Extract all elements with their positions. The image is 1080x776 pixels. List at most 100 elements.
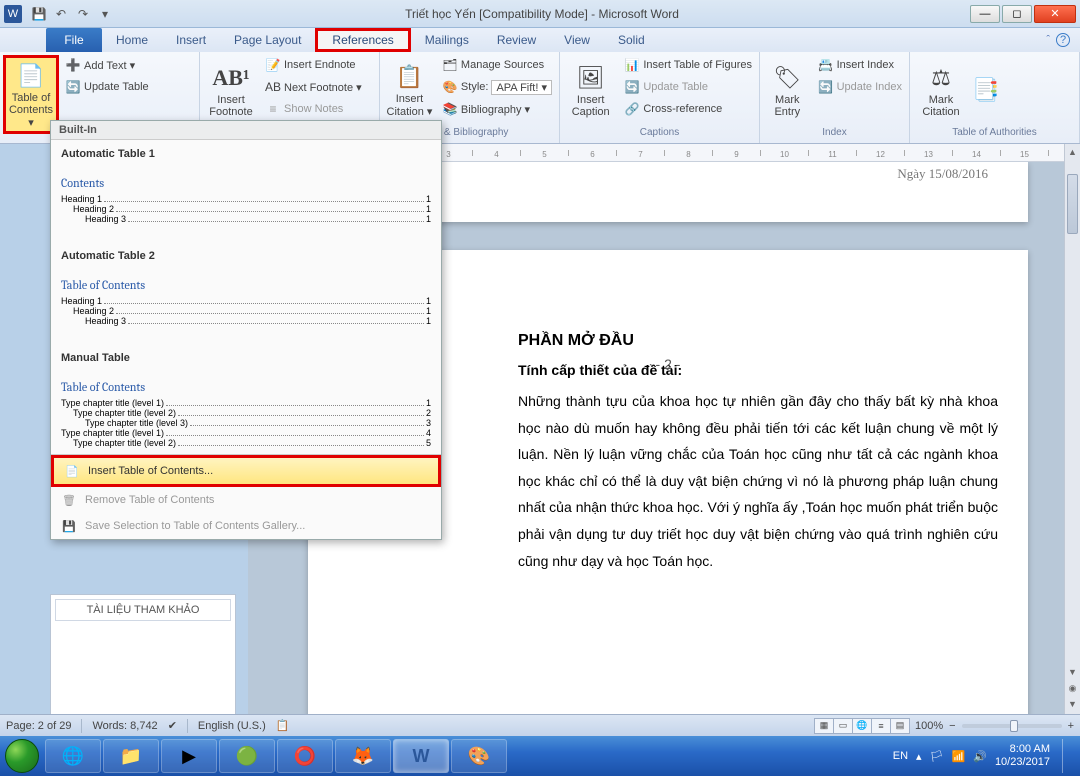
show-desktop-button[interactable] xyxy=(1062,739,1074,773)
zoom-level[interactable]: 100% xyxy=(915,720,943,732)
update-table-button[interactable]: 🔄Update Table xyxy=(61,77,153,97)
tab-insert[interactable]: Insert xyxy=(162,28,220,52)
outline-view-icon[interactable]: ≡ xyxy=(871,718,891,734)
tab-view[interactable]: View xyxy=(550,28,604,52)
zoom-slider[interactable] xyxy=(962,724,1062,728)
insert-endnote-button[interactable]: 📝Insert Endnote xyxy=(261,55,366,75)
citation-style-dropdown[interactable]: 🎨Style: APA Fift! ▾ xyxy=(438,77,556,97)
prev-page-icon[interactable]: ◉ xyxy=(1065,680,1080,696)
tray-flag-icon[interactable]: 🏳 xyxy=(930,750,944,763)
nav-item[interactable]: TÀI LIỆU THAM KHẢO xyxy=(55,599,231,621)
tray-time: 8:00 AM xyxy=(995,743,1050,756)
help-icon[interactable]: ? xyxy=(1056,33,1070,47)
scroll-thumb[interactable] xyxy=(1067,174,1078,234)
manage-sources-button[interactable]: 🗂Manage Sources xyxy=(438,55,556,75)
web-layout-view-icon[interactable]: 🌐 xyxy=(852,718,872,734)
tab-solid[interactable]: Solid xyxy=(604,28,659,52)
zoom-in-icon[interactable]: + xyxy=(1068,720,1074,732)
save-icon[interactable]: 💾 xyxy=(30,5,48,23)
page-number: - 2 - xyxy=(656,356,681,372)
add-text-button[interactable]: ➕Add Text ▾ xyxy=(61,55,153,75)
start-button[interactable] xyxy=(0,736,44,776)
scroll-up-icon[interactable]: ▲ xyxy=(1065,144,1080,160)
mark-entry-button[interactable]: 🏷 Mark Entry xyxy=(763,55,812,124)
taskbar-coccoc[interactable]: 🟢 xyxy=(219,739,275,773)
mark-citation-button[interactable]: ⚖ Mark Citation xyxy=(913,55,969,124)
taskbar-paint[interactable]: 🎨 xyxy=(451,739,507,773)
windows-taskbar: 🌐 📁 ▶ 🟢 ⭕ 🦊 W 🎨 EN ▴ 🏳 📶 🔊 8:00 AM 10/23… xyxy=(0,736,1080,776)
taskbar-chrome[interactable]: ⭕ xyxy=(277,739,333,773)
undo-icon[interactable]: ↶ xyxy=(52,5,70,23)
bibliography-button[interactable]: 📚Bibliography ▾ xyxy=(438,99,556,119)
insert-citation-button[interactable]: 📋 Insert Citation ▾ xyxy=(383,55,436,124)
save-toc-selection-menuitem[interactable]: 💾 Save Selection to Table of Contents Ga… xyxy=(51,513,441,539)
status-page[interactable]: Page: 2 of 29 xyxy=(6,720,71,732)
insert-caption-button[interactable]: 🖼 Insert Caption xyxy=(563,55,618,124)
update-index-button[interactable]: 🔄Update Index xyxy=(814,77,906,97)
mark-citation-icon: ⚖ xyxy=(925,62,957,94)
tray-clock[interactable]: 8:00 AM 10/23/2017 xyxy=(995,743,1050,769)
tray-volume-icon[interactable]: 🔊 xyxy=(973,750,987,763)
insert-toc-menuitem[interactable]: 📄 Insert Table of Contents... xyxy=(51,455,441,487)
remove-toc-menuitem[interactable]: 🗑 Remove Table of Contents xyxy=(51,487,441,513)
maximize-button[interactable]: ◻ xyxy=(1002,5,1032,23)
navigation-pane[interactable]: TÀI LIỆU THAM KHẢO xyxy=(50,594,236,724)
insert-footnote-button[interactable]: AB¹ Insert Footnote xyxy=(203,55,259,124)
toc-heading: Table of Contents xyxy=(61,380,431,394)
status-language[interactable]: English (U.S.) xyxy=(198,720,266,732)
cross-reference-button[interactable]: 🔗Cross-reference xyxy=(620,99,756,119)
next-page-icon[interactable]: ▼ xyxy=(1065,696,1080,712)
taskbar-word[interactable]: W xyxy=(393,739,449,773)
status-words[interactable]: Words: 8,742 xyxy=(92,720,157,732)
file-tab[interactable]: File xyxy=(46,28,102,52)
toc-save-icon: 💾 xyxy=(61,518,77,534)
tray-date: 10/23/2017 xyxy=(995,756,1050,769)
zoom-out-icon[interactable]: − xyxy=(949,720,955,732)
taskbar-explorer[interactable]: 📁 xyxy=(103,739,159,773)
tab-mailings[interactable]: Mailings xyxy=(411,28,483,52)
tray-expand-icon[interactable]: ▴ xyxy=(916,750,922,763)
close-button[interactable]: ✕ xyxy=(1034,5,1076,23)
draft-view-icon[interactable]: ▤ xyxy=(890,718,910,734)
redo-icon[interactable]: ↷ xyxy=(74,5,92,23)
tray-network-icon[interactable]: 📶 xyxy=(952,750,966,763)
insert-toc-label: Insert Table of Contents... xyxy=(88,465,213,477)
status-bar: Page: 2 of 29 Words: 8,742 ✔ English (U.… xyxy=(0,714,1080,736)
insert-index-button[interactable]: 📇Insert Index xyxy=(814,55,906,75)
tray-lang[interactable]: EN xyxy=(893,750,908,762)
minimize-button[interactable]: — xyxy=(970,5,1000,23)
update-captions-button[interactable]: 🔄Update Table xyxy=(620,77,756,97)
system-tray: EN ▴ 🏳 📶 🔊 8:00 AM 10/23/2017 xyxy=(893,739,1080,773)
qat-dropdown-icon[interactable]: ▾ xyxy=(96,5,114,23)
proofing-icon[interactable]: ✔ xyxy=(168,719,177,732)
minimize-ribbon-icon[interactable]: ˆ xyxy=(1046,34,1050,46)
vertical-scrollbar[interactable]: ▲ ▼ ◉ ▼ xyxy=(1064,144,1080,720)
toc-heading: Contents xyxy=(61,176,431,190)
track-changes-icon[interactable]: 📋 xyxy=(276,719,290,732)
insert-table-figures-button[interactable]: 📊Insert Table of Figures xyxy=(620,55,756,75)
show-notes-button[interactable]: ≡Show Notes xyxy=(261,99,366,119)
next-footnote-button[interactable]: ABNext Footnote ▾ xyxy=(261,77,366,97)
fullscreen-view-icon[interactable]: ▭ xyxy=(833,718,853,734)
toc-template-title: Manual Table xyxy=(61,352,431,364)
tab-review[interactable]: Review xyxy=(483,28,550,52)
toc-heading: Table of Contents xyxy=(61,278,431,292)
windows-logo-icon xyxy=(5,739,39,773)
scroll-down-icon[interactable]: ▼ xyxy=(1065,664,1080,680)
taskbar-ie[interactable]: 🌐 xyxy=(45,739,101,773)
body-paragraph: Những thành tựu của khoa học tự nhiên gầ… xyxy=(518,388,998,574)
caption-label: Insert Caption xyxy=(565,94,616,118)
tab-home[interactable]: Home xyxy=(102,28,162,52)
toc-template-manual[interactable]: Manual Table Table of Contents Type chap… xyxy=(51,344,441,454)
tab-page-layout[interactable]: Page Layout xyxy=(220,28,315,52)
taskbar-firefox[interactable]: 🦊 xyxy=(335,739,391,773)
tab-references[interactable]: References xyxy=(315,28,410,52)
print-layout-view-icon[interactable]: ▦ xyxy=(814,718,834,734)
toc-template-auto1[interactable]: Automatic Table 1 Contents Heading 11 He… xyxy=(51,140,441,242)
remove-toc-label: Remove Table of Contents xyxy=(85,494,214,506)
zoom-knob[interactable] xyxy=(1010,720,1018,732)
authorities-extra-button[interactable]: 📑 xyxy=(971,55,1001,124)
taskbar-media[interactable]: ▶ xyxy=(161,739,217,773)
show-notes-icon: ≡ xyxy=(265,101,281,117)
toc-template-auto2[interactable]: Automatic Table 2 Table of Contents Head… xyxy=(51,242,441,344)
